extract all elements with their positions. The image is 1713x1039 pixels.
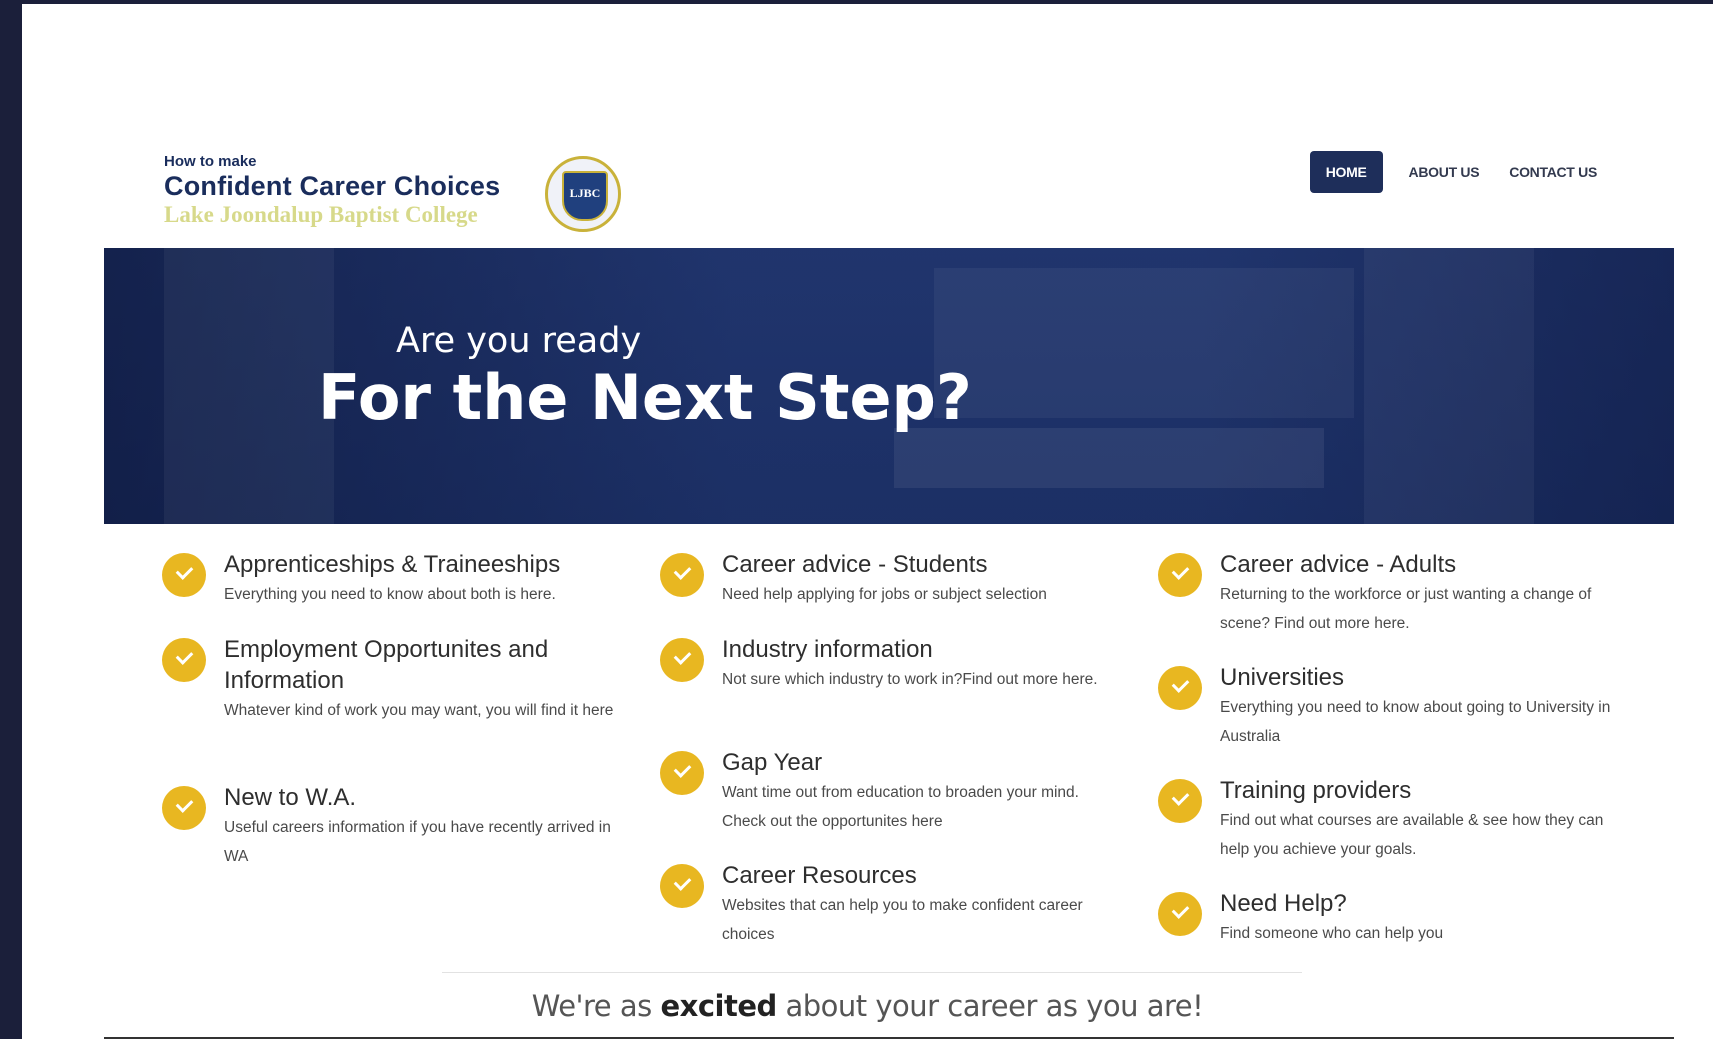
feature-employment[interactable]: Employment Opportunites and Information … xyxy=(162,634,632,725)
college-crest-icon: LJBC xyxy=(545,156,621,232)
hero-subtitle: Are you ready xyxy=(396,321,642,361)
check-circle-icon xyxy=(1158,666,1202,710)
feature-career-advice-adults[interactable]: Career advice - Adults Returning to the … xyxy=(1158,549,1638,638)
logo-college-name: Lake Joondalup Baptist College xyxy=(164,202,478,227)
check-circle-icon xyxy=(162,786,206,830)
feature-title[interactable]: Career advice - Students xyxy=(722,549,1047,580)
feature-title[interactable]: Gap Year xyxy=(722,747,1112,778)
hero-banner: Are you ready For the Next Step? xyxy=(104,248,1674,524)
check-circle-icon xyxy=(162,553,206,597)
feature-description: Everything you need to know about both i… xyxy=(224,586,556,603)
logo-tagline: How to make xyxy=(164,153,257,170)
tagline: We're as excited about your career as yo… xyxy=(22,989,1713,1023)
feature-title[interactable]: Universities xyxy=(1220,662,1620,693)
main-nav: HOME ABOUT US CONTACT US xyxy=(1309,151,1601,193)
feature-description: Everything you need to know about going … xyxy=(1220,699,1611,745)
site-logo[interactable]: How to make Confident Career Choices Lak… xyxy=(164,154,500,228)
hero-title: For the Next Step? xyxy=(318,361,972,434)
nav-contact-us[interactable]: CONTACT US xyxy=(1505,151,1601,193)
nav-about-us[interactable]: ABOUT US xyxy=(1405,151,1484,193)
feature-description: Need help applying for jobs or subject s… xyxy=(722,586,1047,603)
feature-universities[interactable]: Universities Everything you need to know… xyxy=(1158,662,1638,751)
feature-description: Want time out from education to broaden … xyxy=(722,784,1079,830)
nav-home[interactable]: HOME xyxy=(1309,151,1383,193)
feature-career-advice-students[interactable]: Career advice - Students Need help apply… xyxy=(660,549,1130,609)
page: How to make Confident Career Choices Lak… xyxy=(22,4,1713,1039)
feature-description: Not sure which industry to work in?Find … xyxy=(722,671,1098,688)
feature-title[interactable]: Career advice - Adults xyxy=(1220,549,1620,580)
hero-background-shape xyxy=(934,268,1354,418)
hero-background-shape xyxy=(894,428,1324,488)
check-circle-icon xyxy=(162,638,206,682)
feature-description: Useful careers information if you have r… xyxy=(224,819,611,865)
feature-description: Whatever kind of work you may want, you … xyxy=(224,702,614,719)
feature-title[interactable]: Employment Opportunites and Information xyxy=(224,634,624,696)
feature-career-resources[interactable]: Career Resources Websites that can help … xyxy=(660,860,1130,949)
feature-industry-information[interactable]: Industry information Not sure which indu… xyxy=(660,634,1130,694)
check-circle-icon xyxy=(1158,892,1202,936)
hero-background-shape xyxy=(1364,248,1534,524)
feature-training-providers[interactable]: Training providers Find out what courses… xyxy=(1158,775,1638,864)
feature-description: Returning to the workforce or just wanti… xyxy=(1220,586,1592,632)
check-circle-icon xyxy=(660,751,704,795)
feature-new-to-wa[interactable]: New to W.A. Useful careers information i… xyxy=(162,782,632,871)
logo-title: Confident Career Choices xyxy=(164,171,501,201)
check-circle-icon xyxy=(660,638,704,682)
check-circle-icon xyxy=(1158,553,1202,597)
check-circle-icon xyxy=(1158,779,1202,823)
feature-title[interactable]: New to W.A. xyxy=(224,782,614,813)
feature-description: Websites that can help you to make confi… xyxy=(722,897,1083,943)
feature-gap-year[interactable]: Gap Year Want time out from education to… xyxy=(660,747,1130,836)
hero-background-shape xyxy=(164,248,334,524)
feature-need-help[interactable]: Need Help? Find someone who can help you xyxy=(1158,888,1638,948)
check-circle-icon xyxy=(660,864,704,908)
feature-description: Find someone who can help you xyxy=(1220,925,1444,942)
tagline-emphasis: excited xyxy=(660,989,777,1023)
feature-description: Find out what courses are available & se… xyxy=(1220,812,1604,858)
feature-title[interactable]: Career Resources xyxy=(722,860,1102,891)
feature-apprenticeships[interactable]: Apprenticeships & Traineeships Everythin… xyxy=(162,549,632,609)
check-circle-icon xyxy=(660,553,704,597)
tagline-start: We're as xyxy=(531,989,661,1023)
crest-shield: LJBC xyxy=(562,171,608,221)
tagline-end: about your career as you are! xyxy=(776,989,1204,1023)
feature-title[interactable]: Apprenticeships & Traineeships xyxy=(224,549,560,580)
feature-title[interactable]: Industry information xyxy=(722,634,1102,665)
section-divider xyxy=(442,972,1302,973)
feature-title[interactable]: Need Help? xyxy=(1220,888,1620,919)
feature-title[interactable]: Training providers xyxy=(1220,775,1620,806)
